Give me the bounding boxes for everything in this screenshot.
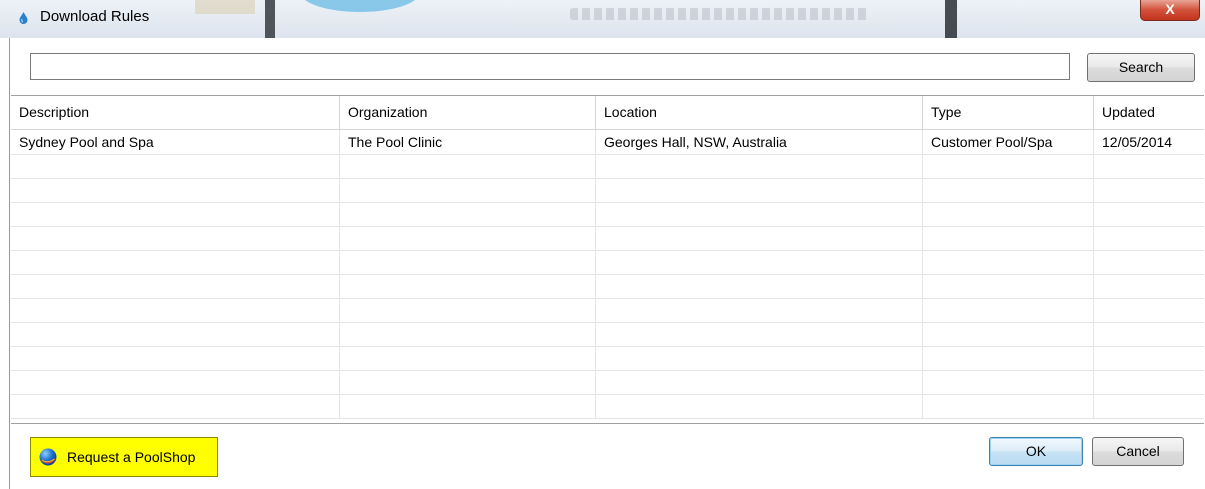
cell-location [596, 370, 923, 394]
cell-type [923, 346, 1094, 370]
request-poolshop-label: Request a PoolShop [67, 449, 196, 465]
table-row [11, 178, 1204, 203]
cell-location [596, 178, 923, 202]
cell-description [11, 154, 340, 178]
table-row [11, 202, 1204, 227]
cell-type [923, 178, 1094, 202]
cell-updated [1094, 298, 1204, 322]
cell-updated [1094, 346, 1204, 370]
search-input[interactable] [30, 53, 1070, 80]
cell-updated [1094, 370, 1204, 394]
cell-location [596, 202, 923, 226]
cell-updated [1094, 250, 1204, 274]
cell-organization [340, 322, 596, 346]
cell-organization [340, 274, 596, 298]
request-poolshop-button[interactable]: Request a PoolShop [30, 437, 218, 477]
search-button[interactable]: Search [1087, 53, 1195, 82]
table-row [11, 298, 1204, 323]
cell-updated [1094, 154, 1204, 178]
cell-description [11, 346, 340, 370]
cell-organization [340, 346, 596, 370]
cell-organization [340, 226, 596, 250]
water-drop-icon [19, 12, 28, 24]
ok-button[interactable]: OK [989, 437, 1083, 466]
window-title: Download Rules [40, 8, 150, 25]
cell-updated [1094, 178, 1204, 202]
column-header-updated[interactable]: Updated [1094, 96, 1204, 129]
table-row [11, 322, 1204, 347]
cell-type [923, 322, 1094, 346]
cell-updated [1094, 274, 1204, 298]
cell-type [923, 298, 1094, 322]
cell-type [923, 274, 1094, 298]
cell-organization [340, 250, 596, 274]
cell-organization: The Pool Clinic [340, 130, 596, 154]
cell-updated [1094, 394, 1204, 418]
cell-type: Customer Pool/Spa [923, 130, 1094, 154]
column-header-location[interactable]: Location [596, 96, 923, 129]
table-row [11, 394, 1204, 419]
cell-description [11, 394, 340, 418]
table-row [11, 250, 1204, 275]
cell-organization [340, 154, 596, 178]
cell-organization [340, 178, 596, 202]
cell-type [923, 154, 1094, 178]
table-row [11, 226, 1204, 251]
cell-type [923, 250, 1094, 274]
table-row[interactable]: Sydney Pool and Spa The Pool Clinic George… [11, 130, 1204, 155]
close-button[interactable]: X [1140, 0, 1200, 21]
dialog-frame-border [9, 38, 10, 489]
cell-description [11, 322, 340, 346]
cell-type [923, 370, 1094, 394]
cell-description [11, 274, 340, 298]
cell-location [596, 346, 923, 370]
title-background-bar [265, 0, 275, 38]
cell-location [596, 250, 923, 274]
cell-location [596, 274, 923, 298]
cell-description: Sydney Pool and Spa [11, 130, 340, 154]
cell-type [923, 226, 1094, 250]
rules-table[interactable]: Description Organization Location Type U… [11, 95, 1204, 424]
cell-organization [340, 394, 596, 418]
cell-organization [340, 370, 596, 394]
cancel-button[interactable]: Cancel [1092, 437, 1184, 466]
cell-description [11, 226, 340, 250]
cell-location [596, 394, 923, 418]
cell-organization [340, 202, 596, 226]
cell-type [923, 202, 1094, 226]
title-background-shape [195, 0, 255, 14]
cell-description [11, 202, 340, 226]
title-background-text [570, 8, 870, 20]
table-row [11, 274, 1204, 299]
cell-updated [1094, 322, 1204, 346]
cell-description [11, 370, 340, 394]
title-background-bar [945, 0, 957, 38]
column-header-type[interactable]: Type [923, 96, 1094, 129]
column-header-description[interactable]: Description [11, 96, 340, 129]
cell-location [596, 226, 923, 250]
table-row [11, 370, 1204, 395]
cell-location [596, 322, 923, 346]
cell-updated: 12/05/2014 [1102, 134, 1173, 150]
cell-location [596, 298, 923, 322]
cell-description [11, 178, 340, 202]
cell-type [923, 394, 1094, 418]
title-background-circle [300, 0, 420, 12]
cell-location: Georges Hall, NSW, Australia [596, 130, 923, 154]
column-header-organization[interactable]: Organization [340, 96, 596, 129]
globe-icon [39, 448, 57, 466]
close-icon: X [1165, 1, 1175, 17]
cell-updated [1094, 202, 1204, 226]
title-bar[interactable]: Download Rules X [0, 0, 1205, 38]
table-header: Description Organization Location Type U… [11, 96, 1204, 130]
cell-organization [340, 298, 596, 322]
cell-description [11, 298, 340, 322]
table-row [11, 154, 1204, 179]
cell-updated [1094, 226, 1204, 250]
cell-description [11, 250, 340, 274]
cell-location [596, 154, 923, 178]
table-row [11, 346, 1204, 371]
